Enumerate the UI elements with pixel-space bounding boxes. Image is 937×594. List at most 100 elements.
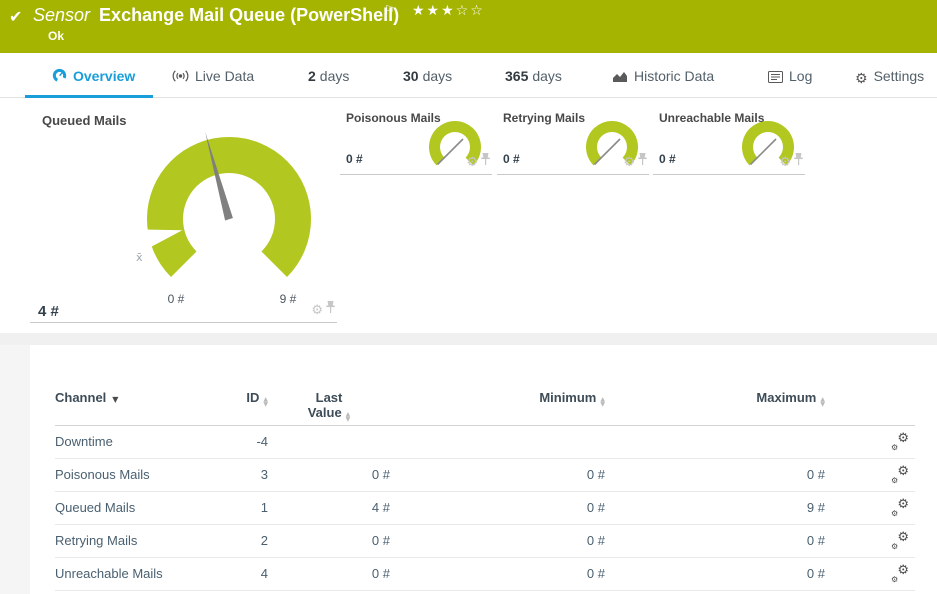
gauges-section: Queued Mails x̄ 0 # 9 # 4 # ⚙ Poisonous … [0,98,937,333]
channel-settings-gears-icon[interactable]: ⚙⚙ [891,533,909,549]
tab-settings[interactable]: ⚙Settings [855,68,924,87]
sensor-title-line: Sensor Exchange Mail Queue (PowerShell) [33,5,399,26]
column-label: Minimum [539,390,596,405]
gauge-current-value: 0 # [659,152,676,166]
channel-settings-gears-icon[interactable]: ⚙⚙ [891,566,909,582]
column-label: Maximum [756,390,816,405]
tab-30-days[interactable]: 30days [403,68,452,84]
sensor-header: ✔ Sensor Exchange Mail Queue (PowerShell)… [0,0,937,53]
column-label: Value [308,405,342,420]
tab-2-days[interactable]: 2days [308,68,349,84]
panel-gear-icon[interactable]: ⚙ [779,156,791,169]
tab-label: days [320,68,350,84]
channels-table: Channel ▼ ID ▲▼ LastValue ▲▼ Minimum ▲▼ Maxi… [55,345,915,591]
channel-id: 1 [205,491,268,524]
section-divider [0,333,937,345]
table-row-queued-mails[interactable]: Queued Mails 1 4 # 0 # 9 # ⚙⚙ [55,491,915,524]
stars-empty: ☆☆ [456,3,485,19]
gauge-panel-retrying-mails[interactable]: Retrying Mails 0 # ⚙ [497,105,649,175]
panel-gear-icon[interactable]: ⚙ [623,156,635,169]
channel-id: -4 [205,425,268,458]
column-header-actions [825,345,915,425]
gauge-panel-unreachable-mails[interactable]: Unreachable Mails 0 # ⚙ [653,105,805,175]
sort-arrows-icon: ▲▼ [263,397,268,407]
channel-name[interactable]: Queued Mails [55,491,205,524]
gauge-needle [595,139,621,165]
channel-maximum: 9 # [605,491,825,524]
tab-overview[interactable]: Overview [52,68,135,86]
tab-label: days [532,68,562,84]
gauge-needle [438,139,464,165]
gear-icon: ⚙ [855,71,868,87]
tab-log[interactable]: Log [768,68,812,86]
page-title: Exchange Mail Queue (PowerShell) [99,5,399,25]
column-label: ID [246,390,259,405]
column-header-channel[interactable]: Channel ▼ [55,345,205,425]
priority-flag-icon[interactable]: ⚐ [384,3,395,17]
gauge-title: Queued Mails [42,113,127,128]
gauge-title: Retrying Mails [503,111,585,125]
channel-settings-gears-icon[interactable]: ⚙⚙ [891,434,909,450]
table-header-row: Channel ▼ ID ▲▼ LastValue ▲▼ Minimum ▲▼ Maxi… [55,345,915,425]
panel-pin-icon[interactable] [794,153,803,171]
sort-arrows-icon: ▲▼ [600,397,605,407]
status-ok-check-icon: ✔ [9,7,22,26]
live-broadcast-icon [172,69,189,86]
channel-name[interactable]: Poisonous Mails [55,458,205,491]
channel-minimum: 0 # [390,458,605,491]
area-chart-icon [612,70,628,86]
channel-last-value: 0 # [268,524,390,557]
sort-arrows-icon: ▲▼ [820,397,825,407]
tab-number: 2 [308,68,316,84]
gauge-current-value: 0 # [346,152,363,166]
panel-pin-icon[interactable] [481,153,490,171]
sort-arrows-icon: ▲▼ [346,412,351,422]
panel-gear-icon[interactable]: ⚙ [466,156,478,169]
tab-bar: Overview Live Data 2days 30days 365days … [0,53,937,98]
panel-pin-icon[interactable] [326,301,335,319]
table-row-downtime[interactable]: Downtime -4 ⚙⚙ [55,425,915,458]
table-row-poisonous-mails[interactable]: Poisonous Mails 3 0 # 0 # 0 # ⚙⚙ [55,458,915,491]
panel-pin-icon[interactable] [638,153,647,171]
channel-minimum: 0 # [390,557,605,590]
average-marker-label: x̄ [136,251,143,264]
channel-last-value: 0 # [268,557,390,590]
channel-last-value [268,425,390,458]
channel-name[interactable]: Downtime [55,425,205,458]
column-header-minimum[interactable]: Minimum ▲▼ [390,345,605,425]
channel-last-value: 4 # [268,491,390,524]
channel-name[interactable]: Retrying Mails [55,524,205,557]
column-header-last-value[interactable]: LastValue ▲▼ [268,345,390,425]
channel-name[interactable]: Unreachable Mails [55,557,205,590]
sensor-type-label: Sensor [33,5,90,25]
gauge-panel-poisonous-mails[interactable]: Poisonous Mails 0 # ⚙ [340,105,492,175]
channels-card: Channel ▼ ID ▲▼ LastValue ▲▼ Minimum ▲▼ Maxi… [30,345,937,594]
channels-section: Channel ▼ ID ▲▼ LastValue ▲▼ Minimum ▲▼ Maxi… [0,345,937,594]
tab-365-days[interactable]: 365days [505,68,562,84]
column-label: Last [268,390,390,405]
tab-live-data[interactable]: Live Data [172,68,254,86]
tab-historic-data[interactable]: Historic Data [612,68,714,86]
channel-id: 4 [205,557,268,590]
tab-label: Overview [73,68,135,84]
column-header-id[interactable]: ID ▲▼ [205,345,268,425]
gauge-panel-queued-mails[interactable]: Queued Mails x̄ 0 # 9 # 4 # ⚙ [30,105,337,323]
channel-maximum [605,425,825,458]
sort-direction-icon: ▼ [112,395,118,404]
tab-label: Historic Data [634,68,714,84]
priority-stars-rating[interactable]: ★★★☆☆ [412,3,485,19]
column-label: Channel [55,390,106,405]
column-header-maximum[interactable]: Maximum ▲▼ [605,345,825,425]
gauge-icon [52,68,67,86]
table-row-retrying-mails[interactable]: Retrying Mails 2 0 # 0 # 0 # ⚙⚙ [55,524,915,557]
channel-last-value: 0 # [268,458,390,491]
tab-label: Log [789,68,812,84]
gauge-current-value: 0 # [503,152,520,166]
table-row-unreachable-mails[interactable]: Unreachable Mails 4 0 # 0 # 0 # ⚙⚙ [55,557,915,590]
channel-minimum: 0 # [390,491,605,524]
channel-settings-gears-icon[interactable]: ⚙⚙ [891,467,909,483]
channel-maximum: 0 # [605,458,825,491]
panel-gear-icon[interactable]: ⚙ [311,304,323,317]
channel-settings-gears-icon[interactable]: ⚙⚙ [891,500,909,516]
channel-maximum: 0 # [605,557,825,590]
